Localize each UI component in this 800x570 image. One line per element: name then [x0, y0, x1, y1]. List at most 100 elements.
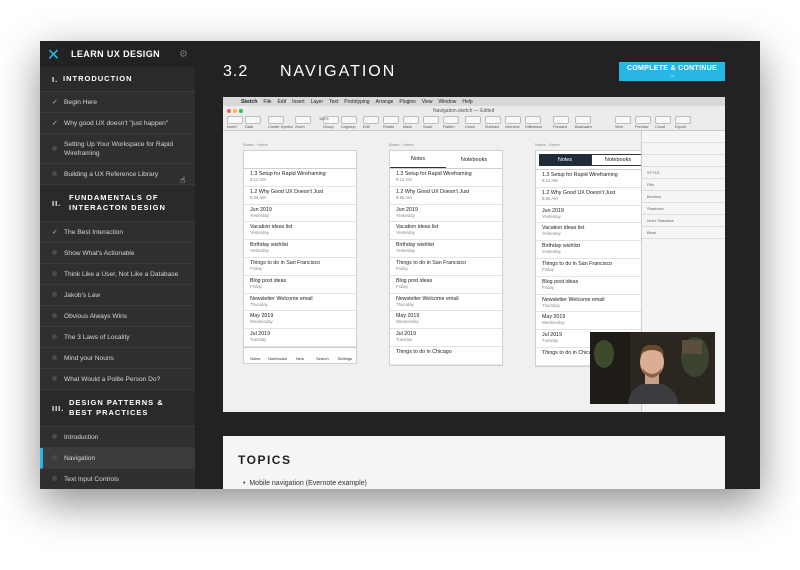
note-row[interactable]: 1.3 Setup for Rapid Wireframing 9:12 AM	[536, 170, 648, 188]
inspector-inner-shadows[interactable]: Inner Shadows	[642, 215, 725, 227]
tabbar-settings[interactable]: Settings	[334, 348, 356, 363]
note-row[interactable]: May 2019 Wednesday	[536, 312, 648, 331]
note-row[interactable]: Things to do in San Francisco Friday	[536, 259, 648, 277]
toolbar-button-scale[interactable]	[423, 116, 439, 124]
toolbar-button-forward[interactable]	[553, 116, 569, 124]
complete-continue-button[interactable]: COMPLETE & CONTINUE →	[619, 62, 725, 81]
note-row[interactable]: Things to do in San Francisco Friday	[390, 258, 502, 276]
toolbar-button-mask[interactable]	[403, 116, 419, 124]
note-row[interactable]: Things to do in Chicago	[390, 347, 502, 365]
note-row[interactable]: Jun 2019 Yesterday	[244, 205, 356, 223]
toolbar-button-flatten[interactable]	[443, 116, 459, 124]
note-row[interactable]: 1.2 Why Good UX Doesn't Just 8:56 AM	[390, 187, 502, 205]
sketch-menu-insert[interactable]: Insert	[292, 99, 305, 105]
sketch-menu-help[interactable]: Help	[462, 99, 472, 105]
note-row[interactable]: Jun 2019 Yesterday	[390, 205, 502, 223]
toolbar-button-data[interactable]	[245, 116, 261, 124]
tab-notebooks[interactable]: Notebooks	[591, 154, 645, 166]
gear-icon[interactable]: ⚙	[179, 49, 188, 60]
lesson-title: NAVIGATION	[280, 63, 397, 80]
note-row[interactable]: Jun 2019 Yesterday	[536, 206, 648, 224]
note-row[interactable]: Newsletter Welcome email Thursday	[536, 295, 648, 313]
note-row[interactable]: May 2019 Wednesday	[244, 311, 356, 330]
sketch-menu-window[interactable]: Window	[439, 99, 457, 105]
note-row[interactable]: Vacation ideas list Yesterday	[390, 222, 502, 241]
toolbar-button-ungroup[interactable]	[341, 116, 357, 124]
sketch-menu-arrange[interactable]: Arrange	[376, 99, 394, 105]
tab-notes[interactable]: Notes	[539, 154, 591, 166]
tab-notebooks[interactable]: Notebooks	[446, 151, 502, 168]
tabbar-notebooks[interactable]: Notebooks	[266, 348, 288, 363]
lesson-item-building-a-ux-reference-library[interactable]: Building a UX Reference Library	[40, 164, 195, 185]
toolbar-button-cloud[interactable]	[655, 116, 671, 124]
toolbar-button-rotate[interactable]	[383, 116, 399, 124]
inspector-shadows[interactable]: Shadows	[642, 203, 725, 215]
toolbar-button-export[interactable]	[675, 116, 691, 124]
lesson-item-show-what-s-actionable[interactable]: Show What's Actionable	[40, 243, 195, 264]
note-row[interactable]: 1.2 Why Good UX Doesn't Just 8:56 AM	[536, 188, 648, 206]
lesson-item-the-3-laws-of-locality[interactable]: The 3 Laws of Locality	[40, 327, 195, 348]
toolbar-button-create-symbol[interactable]	[268, 116, 284, 124]
sketch-menu-prototyping[interactable]: Prototyping	[344, 99, 369, 105]
note-row[interactable]: Jul 2019 Tuesday	[390, 329, 502, 347]
sketch-menu-text[interactable]: Text	[329, 99, 338, 105]
note-row[interactable]: Vacation ideas list Yesterday	[244, 222, 356, 241]
section-header-2: II. FUNDAMENTALS OF INTERACTON DESIGN	[40, 185, 195, 222]
tabbar-notes[interactable]: Notes	[244, 348, 266, 363]
note-row[interactable]: Birthday wishlist Yesterday	[536, 241, 648, 259]
note-row[interactable]: Newsletter Welcome email Thursday	[244, 294, 356, 312]
inspector-blurs[interactable]: Blurs	[642, 227, 725, 239]
note-row[interactable]: Jul 2019 Tuesday	[244, 329, 356, 347]
toolbar-button-insert[interactable]	[227, 116, 243, 124]
tabbar-search[interactable]: Search	[311, 348, 333, 363]
note-row[interactable]: Things to do in San Francisco Friday	[244, 258, 356, 276]
incomplete-dot-icon	[52, 475, 64, 483]
toolbar-button-backward[interactable]	[575, 116, 591, 124]
sketch-menu-sketch[interactable]: Sketch	[241, 99, 257, 105]
note-row[interactable]: May 2019 Wednesday	[390, 311, 502, 330]
tabbar-new[interactable]: New	[289, 348, 311, 363]
toolbar-button-view[interactable]	[615, 116, 631, 124]
toolbar-button-difference[interactable]	[525, 116, 541, 124]
lesson-item-why-good-ux-doesn-t-just-happen[interactable]: ✓ Why good UX doesn't "just happen"	[40, 113, 195, 134]
sketch-menu-file[interactable]: File	[263, 99, 271, 105]
inspector-borders[interactable]: Borders	[642, 191, 725, 203]
sketch-menu-view[interactable]: View	[422, 99, 433, 105]
lesson-item-introduction[interactable]: Introduction	[40, 427, 195, 448]
note-row[interactable]: 1.3 Setup for Rapid Wireframing 9:12 AM	[390, 169, 502, 187]
lesson-item-obvious-always-wins[interactable]: Obvious Always Wins	[40, 306, 195, 327]
sketch-menubar: Sketch File Edit Insert Layer Text Prototyping…	[223, 97, 725, 106]
lesson-item-navigation[interactable]: Navigation	[40, 448, 195, 469]
close-icon[interactable]: ✕	[46, 45, 61, 64]
toolbar-button-subtract[interactable]	[485, 116, 501, 124]
lesson-item-begin-here[interactable]: ✓ Begin Here	[40, 92, 195, 113]
lesson-item-what-would-a-polite-person-do[interactable]: What Would a Polite Person Do?	[40, 369, 195, 390]
lesson-item-mind-your-nouns[interactable]: Mind your Nouns	[40, 348, 195, 369]
sketch-menu-edit[interactable]: Edit	[277, 99, 286, 105]
note-row[interactable]: Blog post ideas Friday	[390, 276, 502, 294]
toolbar-button-preview[interactable]	[635, 116, 651, 124]
inspector-fills[interactable]: Fills	[642, 179, 725, 191]
lesson-item-text-input-controls[interactable]: Text Input Controls	[40, 469, 195, 489]
lesson-item-setting-up-your-workspace-for-rapid-wire[interactable]: Setting Up Your Workspace for Rapid Wire…	[40, 134, 195, 164]
sketch-menu-layer[interactable]: Layer	[311, 99, 324, 105]
note-row[interactable]: Birthday wishlist Yesterday	[390, 240, 502, 258]
lesson-video-frame[interactable]: Sketch File Edit Insert Layer Text Prototyping…	[223, 97, 725, 412]
lesson-item-think-like-a-user-not-like-a-database[interactable]: Think Like a User, Not Like a Database	[40, 264, 195, 285]
note-row[interactable]: Vacation ideas list Yesterday	[536, 223, 648, 242]
note-row[interactable]: Birthday wishlist Yesterday	[244, 240, 356, 258]
toolbar-button-intersect[interactable]	[505, 116, 521, 124]
note-row[interactable]: 1.2 Why Good UX Doesn't Just 8:56 AM	[244, 187, 356, 205]
toolbar-button-edit[interactable]	[363, 116, 379, 124]
sketch-menu-plugins[interactable]: Plugins	[399, 99, 415, 105]
note-row[interactable]: Newsletter Welcome email Thursday	[390, 294, 502, 312]
toolbar-button-union[interactable]	[465, 116, 481, 124]
lesson-item-jakob-s-law[interactable]: Jakob's Law	[40, 285, 195, 306]
toolbar-button-zoom[interactable]	[295, 116, 311, 124]
note-row[interactable]: Blog post ideas Friday	[244, 276, 356, 294]
tab-notes[interactable]: Notes	[390, 151, 446, 168]
note-row[interactable]: 1.3 Setup for Rapid Wireframing 9:12 AM	[244, 169, 356, 187]
lesson-item-the-best-interaction[interactable]: ✓ The Best Interaction	[40, 222, 195, 243]
note-row[interactable]: Blog post ideas Friday	[536, 277, 648, 295]
inspector-style[interactable]: STYLE	[642, 167, 725, 179]
